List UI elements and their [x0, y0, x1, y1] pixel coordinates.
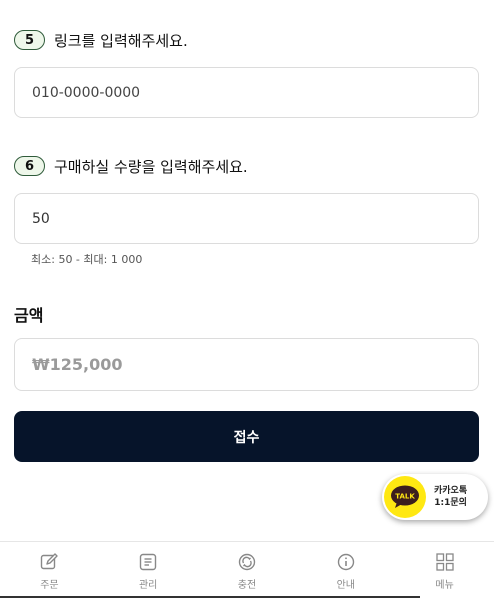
step-text: 구매하실 수량을 입력해주세요.: [54, 157, 248, 176]
quantity-input[interactable]: [32, 210, 478, 227]
link-field[interactable]: [14, 67, 479, 118]
kakao-text: 카카오톡 1:1문의: [434, 485, 467, 509]
bottom-nav: 주문 관리 충전 안내 메뉴: [0, 541, 494, 598]
nav-label: 관리: [138, 580, 158, 591]
nav-label: 메뉴: [435, 580, 454, 591]
amount-display: ₩125,000: [14, 338, 479, 391]
kakao-line2: 1:1문의: [434, 498, 467, 508]
grid-icon: [435, 553, 454, 571]
nav-item-order[interactable]: 주문: [0, 542, 99, 598]
quantity-hint: 최소: 50 - 최대: 1 000: [31, 253, 143, 266]
step-text: 링크를 입력해주세요.: [54, 31, 188, 50]
kakao-chat-button[interactable]: TALK 카카오톡 1:1문의: [382, 474, 488, 520]
nav-label: 충전: [237, 580, 257, 591]
nav-item-manage[interactable]: 관리: [99, 542, 198, 598]
nav-item-info[interactable]: 안내: [296, 542, 395, 598]
info-icon: [337, 553, 354, 571]
kakao-line1: 카카오톡: [434, 486, 468, 496]
step-badge: 6: [14, 156, 45, 176]
kakao-talk-text: TALK: [395, 493, 415, 501]
nav-item-menu[interactable]: 메뉴: [395, 542, 494, 598]
edit-icon: [41, 553, 59, 570]
nav-label: 주문: [40, 580, 59, 591]
step-5-label: 5 링크를 입력해주세요.: [14, 29, 188, 51]
quantity-field[interactable]: [14, 193, 479, 244]
recharge-icon: [238, 553, 256, 571]
step-6-label: 6 구매하실 수량을 입력해주세요.: [14, 155, 248, 177]
amount-title: 금액: [14, 306, 44, 325]
amount-value: ₩125,000: [32, 355, 123, 374]
list-icon: [139, 553, 157, 571]
submit-button[interactable]: 접수: [14, 411, 479, 462]
kakao-talk-icon: TALK: [384, 476, 426, 518]
link-input[interactable]: [32, 84, 478, 101]
nav-label: 안내: [336, 580, 355, 591]
step-badge: 5: [14, 30, 45, 50]
nav-item-charge[interactable]: 충전: [198, 542, 297, 598]
